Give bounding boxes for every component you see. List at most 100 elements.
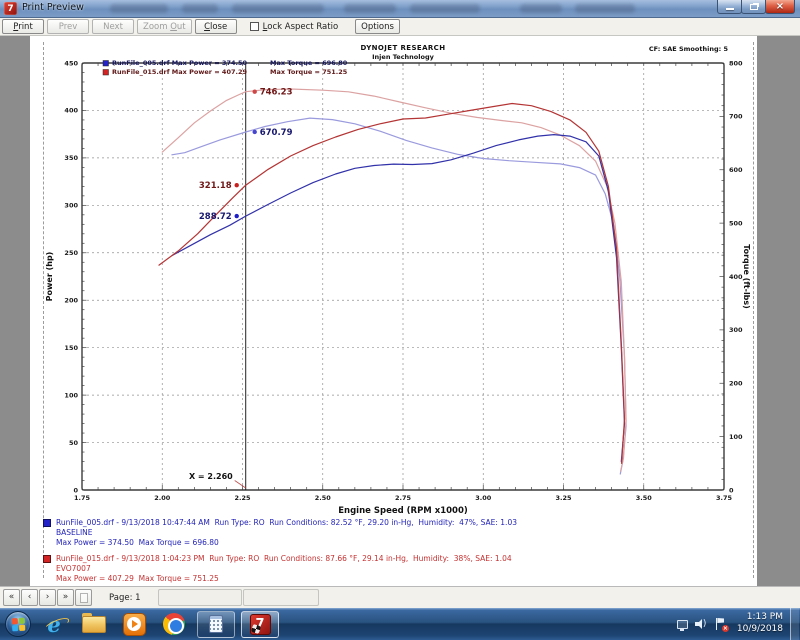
- taskbar-dynojet-button[interactable]: 7: [241, 610, 279, 638]
- svg-text:400: 400: [64, 107, 78, 115]
- action-center-alert-badge: ×: [721, 624, 729, 632]
- run-evo-swatch: [43, 555, 51, 563]
- svg-text:450: 450: [64, 59, 78, 67]
- next-page-button[interactable]: ›: [39, 589, 56, 606]
- svg-text:800: 800: [729, 59, 743, 67]
- series-runfile_005-torque: [171, 117, 627, 475]
- toolbar: Print Prev Next Zoom Out Close Lock Aspe…: [0, 18, 800, 36]
- svg-text:300: 300: [64, 202, 78, 210]
- last-page-button[interactable]: »: [57, 589, 74, 606]
- tray-clock[interactable]: 1:13 PM 10/9/2018: [737, 612, 783, 635]
- lock-aspect-checkbox[interactable]: [249, 22, 259, 31]
- series-runfile_015-torque: [161, 88, 627, 472]
- svg-text:RunFile_015.drf Max Power = 40: RunFile_015.drf Max Power = 407.29: [112, 68, 247, 76]
- minimize-button[interactable]: [717, 0, 742, 14]
- print-button[interactable]: Print: [2, 19, 44, 34]
- zoom-out-button[interactable]: Zoom Out: [137, 19, 192, 34]
- restore-icon: [749, 3, 758, 10]
- chart-legend: RunFile_005.drf Max Power = 374.50 Max To…: [102, 59, 348, 76]
- svg-text:Max Torque = 751.25: Max Torque = 751.25: [270, 68, 348, 76]
- tray-monitor-icon[interactable]: [676, 619, 688, 631]
- cursor-x-label: X = 2.260: [189, 472, 233, 481]
- left-axis-title: Power (hp): [45, 252, 54, 302]
- taskbar-chrome-icon[interactable]: [157, 610, 191, 638]
- svg-text:2.00: 2.00: [154, 494, 171, 502]
- taskbar-explorer-icon[interactable]: [77, 610, 111, 638]
- svg-text:Max Torque = 696.80: Max Torque = 696.80: [270, 59, 348, 67]
- svg-text:250: 250: [64, 249, 78, 257]
- dynojet-icon: 7: [249, 613, 271, 635]
- options-button[interactable]: Options: [355, 19, 400, 34]
- preview-area: DYNOJET RESEARCH Injen Technology CF: SA…: [0, 36, 800, 586]
- screen: 7 Print Preview × Print Prev Next Zoom O…: [0, 0, 800, 640]
- prev-page-button[interactable]: ‹: [21, 589, 38, 606]
- close-window-button[interactable]: ×: [765, 0, 795, 14]
- calculator-icon: [209, 615, 223, 633]
- tray-volume-icon[interactable]: ): [694, 619, 708, 630]
- dyno-chart: 1.75 2.00 2.25 2.50 2.75 3.00 3.25 3.50 3.750501…: [45, 59, 751, 516]
- taskbar: e 7 ) × 1:13 PM 10/9/2018: [0, 608, 800, 640]
- run-line: EVO7007: [56, 564, 91, 573]
- prev-button[interactable]: Prev: [47, 19, 89, 34]
- ie-icon: e: [43, 612, 72, 637]
- right-axis-title: Torque (ft-lbs): [742, 244, 751, 309]
- svg-text:670.79: 670.79: [260, 128, 293, 138]
- svg-text:3.50: 3.50: [636, 494, 653, 502]
- tray-clock-time: 1:13 PM: [746, 612, 783, 623]
- taskbar-media-player-icon[interactable]: [117, 610, 151, 638]
- close-preview-button[interactable]: Close: [194, 19, 237, 34]
- tray-clock-date: 10/9/2018: [736, 624, 783, 634]
- svg-text:3.25: 3.25: [555, 494, 572, 502]
- run-line: BASELINE: [56, 528, 93, 537]
- svg-text:50: 50: [69, 439, 79, 447]
- run-line: RunFile_005.drf - 9/13/2018 10:47:44 AM …: [56, 518, 517, 527]
- page-setup-button[interactable]: [75, 589, 92, 606]
- svg-text:321.18: 321.18: [199, 181, 232, 191]
- minimize-icon: [725, 8, 734, 10]
- folder-icon: [82, 612, 106, 633]
- svg-text:200: 200: [64, 297, 78, 305]
- maximize-button[interactable]: [741, 0, 766, 14]
- svg-text:0: 0: [73, 486, 78, 494]
- svg-text:3.75: 3.75: [716, 494, 733, 502]
- tray-action-center-icon[interactable]: ×: [715, 617, 729, 632]
- run-info-list: RunFile_005.drf - 9/13/2018 10:47:44 AM …: [43, 518, 517, 586]
- titlebar: 7 Print Preview ×: [0, 0, 800, 18]
- windows-logo-icon: [11, 617, 25, 631]
- svg-text:3.00: 3.00: [475, 494, 492, 502]
- status-panel: [242, 589, 319, 606]
- lock-aspect-label: Lock Aspect Ratio: [262, 21, 339, 32]
- run-baseline-swatch: [43, 519, 51, 527]
- next-button[interactable]: Next: [92, 19, 134, 34]
- svg-text:1.75: 1.75: [74, 494, 91, 502]
- svg-text:350: 350: [64, 154, 78, 162]
- svg-text:RunFile_005.drf Max Power = 37: RunFile_005.drf Max Power = 374.50: [112, 59, 247, 67]
- plot-border: [81, 62, 725, 491]
- svg-text:500: 500: [729, 219, 743, 227]
- show-desktop-button[interactable]: [790, 608, 799, 640]
- taskbar-calculator-button[interactable]: [197, 610, 235, 638]
- run-info-baseline: RunFile_005.drf - 9/13/2018 10:47:44 AM …: [43, 518, 517, 548]
- gridlines: [82, 63, 724, 490]
- svg-text:2.25: 2.25: [234, 494, 251, 502]
- first-page-button[interactable]: «: [3, 589, 20, 606]
- series-runfile_005-power: [171, 133, 626, 463]
- statusbar: « ‹ › » Page: 1: [0, 586, 800, 608]
- app-icon: 7: [4, 2, 17, 15]
- start-button[interactable]: [5, 611, 31, 637]
- svg-text:288.72: 288.72: [199, 212, 232, 222]
- window-title: Print Preview: [22, 2, 84, 13]
- svg-text:700: 700: [729, 113, 743, 121]
- svg-text:2.50: 2.50: [315, 494, 332, 502]
- run-line: RunFile_015.drf - 9/13/2018 1:04:23 PM R…: [56, 554, 512, 563]
- taskbar-internet-explorer-icon[interactable]: e: [37, 610, 72, 638]
- svg-text:300: 300: [729, 326, 743, 334]
- svg-text:400: 400: [729, 273, 743, 281]
- system-tray: ) × 1:13 PM 10/9/2018: [676, 608, 800, 640]
- svg-text:0: 0: [729, 486, 734, 494]
- report-page: DYNOJET RESEARCH Injen Technology CF: SA…: [30, 36, 757, 586]
- page-icon: [79, 592, 88, 603]
- x-axis-title: Engine Speed (RPM x1000): [338, 506, 468, 516]
- svg-text:746.23: 746.23: [260, 88, 293, 98]
- media-player-icon: [122, 612, 146, 636]
